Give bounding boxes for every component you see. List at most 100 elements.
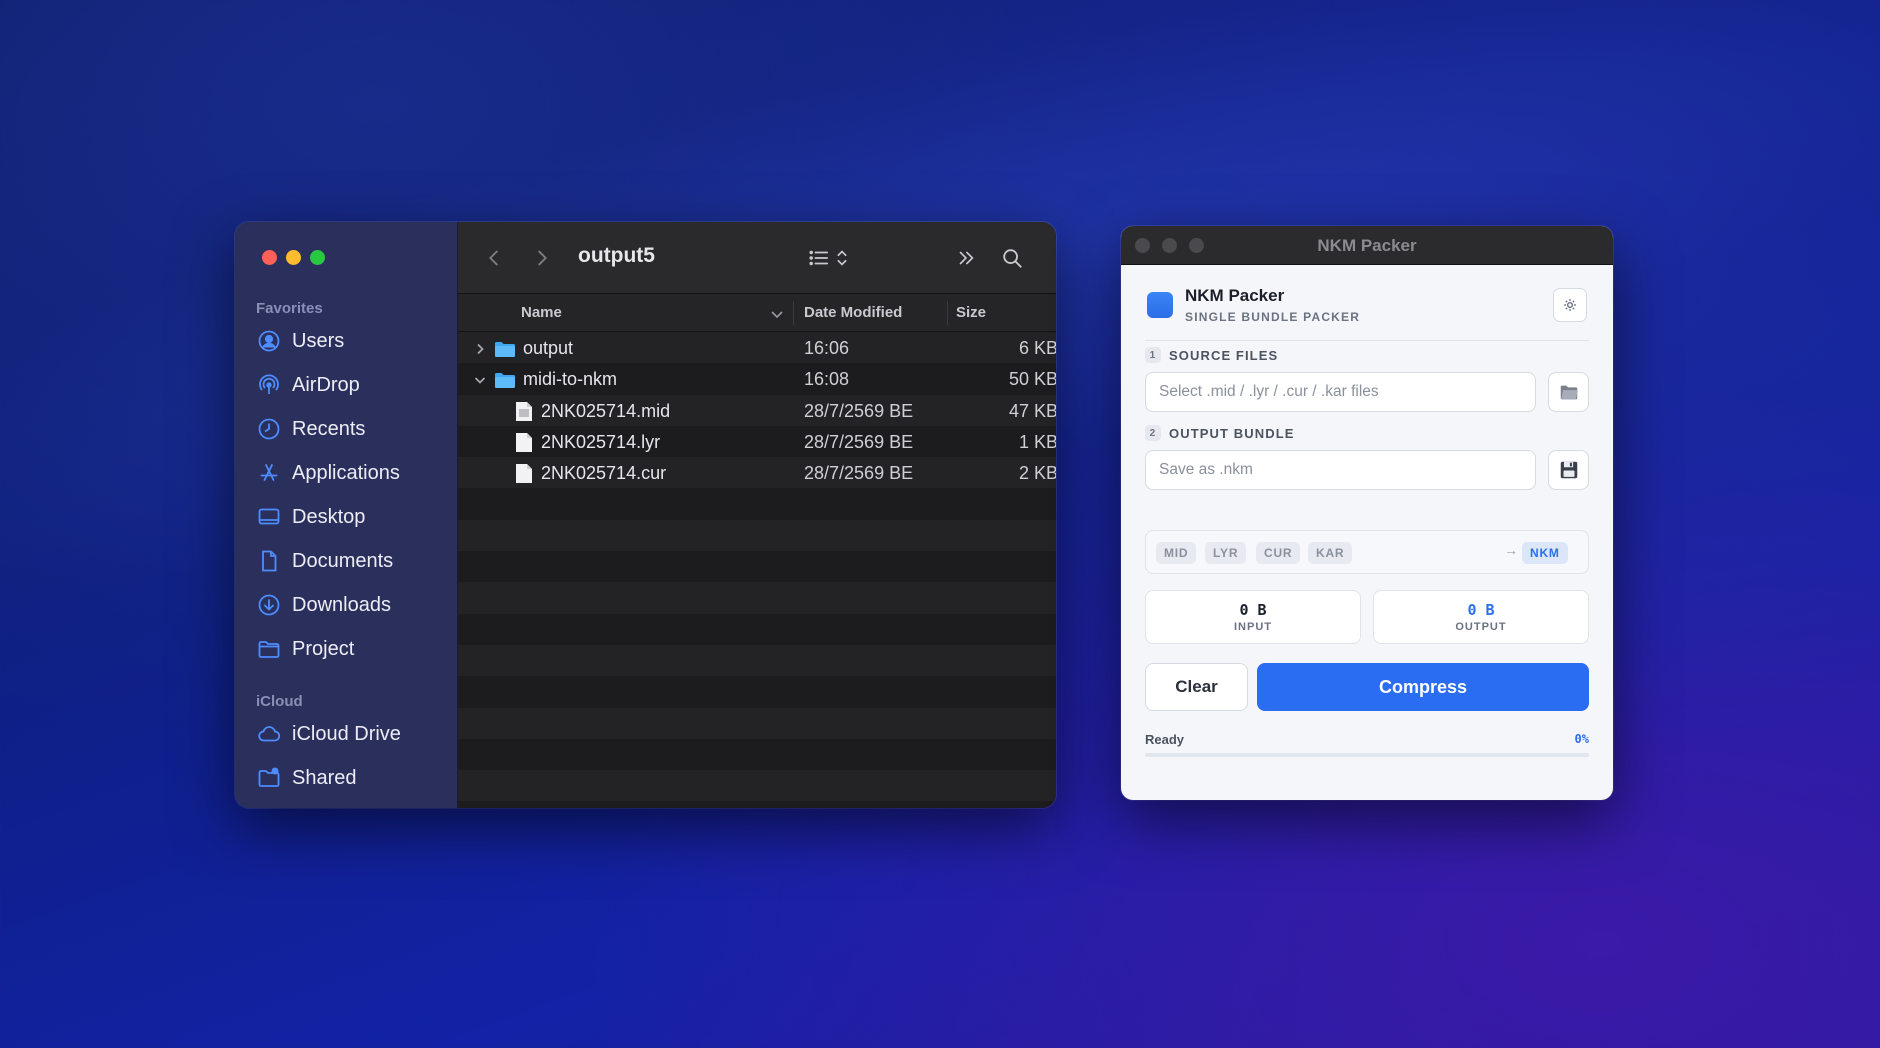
finder-window: Favorites Users AirDrop Recents Applicat… xyxy=(235,222,1056,808)
nkm-packer-window: NKM Packer NKM Packer SINGLE BUNDLE PACK… xyxy=(1121,226,1613,800)
save-output-button[interactable] xyxy=(1548,450,1589,490)
folder-open-icon xyxy=(1560,385,1578,400)
progress-percent: 0% xyxy=(1574,732,1589,746)
step-label: SOURCE FILES xyxy=(1169,347,1279,363)
column-separator[interactable] xyxy=(947,301,948,325)
folder-icon xyxy=(256,636,282,662)
sidebar-item-airdrop[interactable]: AirDrop xyxy=(256,369,360,401)
sidebar-item-downloads[interactable]: Downloads xyxy=(256,589,391,621)
empty-row xyxy=(458,519,1056,552)
app-subtitle: SINGLE BUNDLE PACKER xyxy=(1185,310,1361,324)
sidebar-item-icloud-drive[interactable]: iCloud Drive xyxy=(256,718,401,750)
empty-row xyxy=(458,582,1056,614)
window-controls xyxy=(262,250,325,265)
sidebar-item-recents[interactable]: Recents xyxy=(256,413,365,445)
source-files-heading: 1 SOURCE FILES xyxy=(1145,347,1278,363)
sidebar-item-label: Desktop xyxy=(292,505,366,528)
sort-chevron-icon[interactable] xyxy=(771,307,783,324)
empty-row xyxy=(458,644,1056,677)
gear-icon xyxy=(1564,299,1576,311)
search-button[interactable] xyxy=(998,244,1026,272)
person-circle-icon xyxy=(256,328,282,354)
chevron-updown-icon xyxy=(837,250,847,266)
sidebar-item-documents[interactable]: Documents xyxy=(256,545,393,577)
sidebar-item-label: Downloads xyxy=(292,593,391,616)
step-number: 2 xyxy=(1145,425,1161,441)
format-pipeline: MID LYR CUR KAR → NKM xyxy=(1145,530,1589,574)
file-name: 2NK025714.cur xyxy=(541,463,667,484)
file-row-output[interactable]: output 16:06 6 KB xyxy=(458,332,1056,364)
close-button[interactable] xyxy=(262,250,277,265)
file-row-cur[interactable]: 2NK025714.cur 28/7/2569 BE 2 KB xyxy=(458,457,1056,489)
document-file-icon xyxy=(516,464,532,484)
toolbar-overflow-button[interactable] xyxy=(952,244,980,272)
window-title: NKM Packer xyxy=(1317,236,1417,255)
sidebar-item-label: Recents xyxy=(292,417,366,440)
app-logo-icon xyxy=(1147,292,1173,318)
output-size-label: OUTPUT xyxy=(1455,621,1507,633)
double-chevron-right-icon xyxy=(959,251,974,265)
cloud-icon xyxy=(256,721,282,747)
file-row-lyr[interactable]: 2NK025714.lyr 28/7/2569 BE 1 KB xyxy=(458,425,1056,458)
format-chip: LYR xyxy=(1205,542,1247,564)
folder-icon xyxy=(495,372,515,388)
title-bar: NKM Packer xyxy=(1121,226,1613,265)
minimize-button[interactable] xyxy=(286,250,301,265)
sidebar-item-applications[interactable]: Applications xyxy=(256,457,400,489)
document-icon xyxy=(256,548,282,574)
forward-button[interactable] xyxy=(528,244,556,272)
download-icon xyxy=(256,592,282,618)
sidebar-item-label: Users xyxy=(292,329,345,352)
folder-icon xyxy=(495,341,515,357)
sidebar-item-label: AirDrop xyxy=(292,373,360,396)
status-text: Ready xyxy=(1145,732,1185,747)
zoom-button[interactable] xyxy=(310,250,325,265)
view-options-button[interactable] xyxy=(804,244,834,272)
compress-button[interactable]: Compress xyxy=(1257,663,1589,711)
output-size-value: 0 B xyxy=(1467,601,1495,619)
progress-bar xyxy=(1145,753,1589,757)
column-size[interactable]: Size xyxy=(956,304,986,321)
empty-row xyxy=(458,770,1056,802)
file-size: 50 KB xyxy=(1008,369,1056,390)
file-date: 16:06 xyxy=(804,338,850,358)
column-separator[interactable] xyxy=(793,301,794,325)
favorites-heading: Favorites xyxy=(256,300,323,317)
column-date-modified[interactable]: Date Modified xyxy=(804,304,902,321)
step-number: 1 xyxy=(1145,347,1161,363)
sidebar-item-project[interactable]: Project xyxy=(256,633,354,665)
back-button[interactable] xyxy=(480,244,508,272)
file-date: 28/7/2569 BE xyxy=(804,400,914,421)
sidebar-item-users[interactable]: Users xyxy=(256,325,344,357)
file-size: 47 KB xyxy=(1008,400,1056,421)
finder-toolbar: output5 xyxy=(458,222,1056,294)
clear-button[interactable]: Clear xyxy=(1145,663,1248,711)
shared-folder-icon xyxy=(256,765,282,791)
column-name[interactable]: Name xyxy=(521,304,562,321)
file-date: 28/7/2569 BE xyxy=(804,431,914,452)
file-date: 28/7/2569 BE xyxy=(804,463,914,484)
file-size: 1 KB xyxy=(1018,431,1056,452)
sidebar-item-shared[interactable]: Shared xyxy=(256,762,357,794)
midi-file-icon xyxy=(516,401,532,421)
file-name: output xyxy=(523,338,574,358)
settings-button[interactable] xyxy=(1553,288,1587,322)
disclosure-chevron-down-icon[interactable] xyxy=(473,373,487,387)
arrow-right-icon: → xyxy=(1504,542,1518,558)
sort-toggle[interactable] xyxy=(834,244,850,272)
input-size-label: INPUT xyxy=(1234,621,1272,633)
format-chip: MID xyxy=(1156,542,1197,564)
disclosure-chevron-right-icon[interactable] xyxy=(473,342,487,356)
source-files-input[interactable]: Select .mid / .lyr / .cur / .kar files xyxy=(1145,372,1536,412)
sidebar-item-label: Applications xyxy=(292,461,400,484)
file-name: midi-to-nkm xyxy=(523,369,618,390)
file-row-mid[interactable]: 2NK025714.mid 28/7/2569 BE 47 KB xyxy=(458,394,1056,426)
sidebar-item-desktop[interactable]: Desktop xyxy=(256,501,365,533)
input-size-card: 0 B INPUT xyxy=(1145,590,1361,644)
output-bundle-input[interactable]: Save as .nkm xyxy=(1145,450,1536,490)
empty-row xyxy=(458,707,1056,739)
browse-source-button[interactable] xyxy=(1548,372,1589,412)
file-row-midi-to-nkm[interactable]: midi-to-nkm 16:08 50 KB xyxy=(458,363,1056,395)
desktop-icon xyxy=(256,504,282,530)
app-header: NKM Packer SINGLE BUNDLE PACKER xyxy=(1145,265,1589,341)
